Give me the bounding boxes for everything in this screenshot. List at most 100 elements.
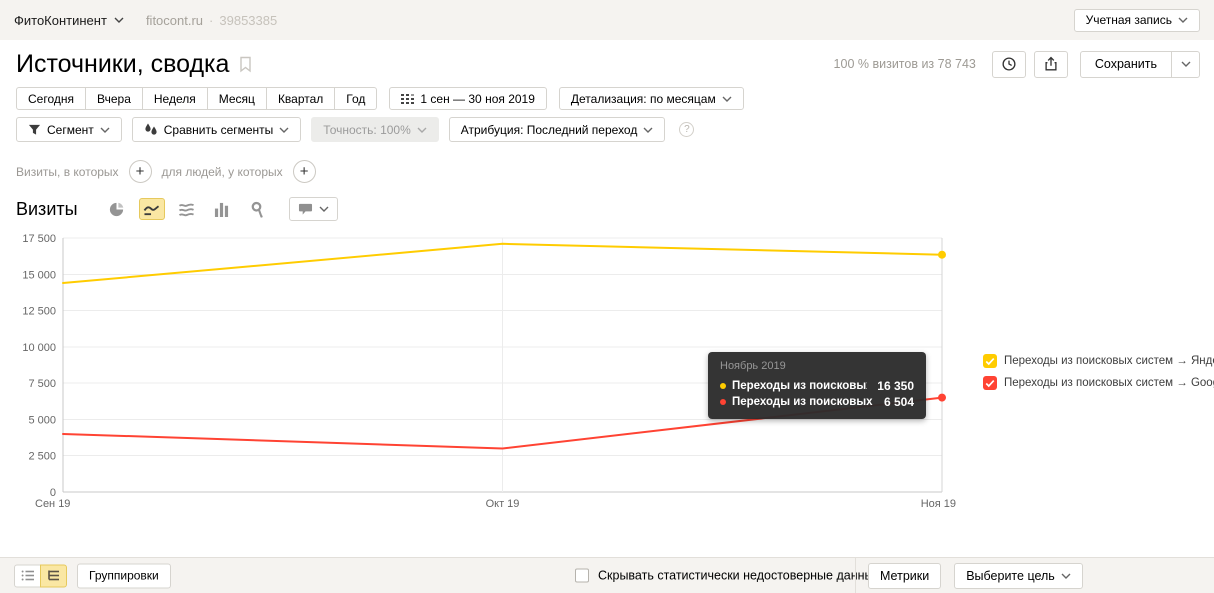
save-menu-button[interactable] — [1171, 50, 1200, 78]
tooltip-series-label: Переходы из поисковых систе… — [732, 380, 868, 392]
chart-legend: Переходы из поисковых систем → Яндекс Пер… — [983, 354, 1214, 390]
groupings-label: Группировки — [89, 568, 159, 583]
y-tick-label: 7 500 — [28, 378, 56, 390]
chart-type-switcher — [104, 197, 338, 221]
preset-yesterday[interactable]: Вчера — [85, 87, 143, 110]
y-tick-label: 2 500 — [28, 451, 56, 463]
visits-summary: 100 % визитов из 78 743 — [833, 57, 976, 71]
funnel-icon — [28, 124, 41, 135]
footer-bar: Группировки Скрывать статистически недос… — [0, 557, 1214, 593]
preset-week[interactable]: Неделя — [141, 87, 208, 110]
filters-toolbar: Сегмент Сравнить сегменты Точность: 100%… — [16, 117, 695, 142]
segment-builder: Визиты, в которых + для людей, у которых… — [16, 160, 316, 183]
y-tick-label: 10 000 — [22, 342, 56, 354]
metric-label: Визиты — [16, 198, 78, 219]
page-title: Источники, сводка — [16, 49, 230, 78]
counter-name: ФитоКонтинент — [14, 12, 107, 28]
list-icon — [21, 570, 34, 581]
separator-dot: · — [209, 12, 214, 28]
help-icon[interactable]: ? — [679, 122, 695, 137]
app-root: ФитоКонтинент fitocont.ru · 39853385 Уче… — [0, 0, 1214, 593]
y-tick-label: 5 000 — [28, 414, 56, 426]
bookmark-icon[interactable] — [239, 56, 252, 73]
list-view-button[interactable] — [14, 564, 41, 587]
preset-today[interactable]: Сегодня — [16, 87, 86, 110]
metrics-label: Метрики — [880, 568, 930, 583]
tooltip-series-label: Переходы из поисковых систе… — [732, 396, 874, 408]
compare-segments-button[interactable]: Сравнить сегменты — [131, 117, 302, 142]
x-tick-label: Сен 19 — [35, 498, 70, 510]
preset-quarter[interactable]: Квартал — [265, 87, 336, 110]
title-actions: 100 % визитов из 78 743 Сохранить — [833, 50, 1200, 78]
compare-segments-label: Сравнить сегменты — [163, 122, 274, 137]
comment-bubble-icon — [298, 203, 312, 215]
annotations-button[interactable] — [288, 197, 338, 221]
account-menu-label: Учетная запись — [1085, 13, 1172, 27]
series-end-dot — [938, 250, 946, 259]
accuracy-label: Точность: 100% — [323, 122, 411, 137]
y-tick-label: 17 500 — [22, 233, 56, 245]
title-row: Источники, сводка 100 % визитов из 78 74… — [16, 47, 1200, 81]
footer-divider — [855, 558, 856, 593]
export-button[interactable] — [1033, 50, 1068, 78]
date-toolbar: Сегодня Вчера Неделя Месяц Квартал Год 1… — [16, 87, 744, 110]
tooltip-series-dot — [720, 383, 726, 389]
save-label: Сохранить — [1094, 57, 1157, 71]
hide-unreliable-checkbox[interactable] — [575, 568, 589, 583]
add-visit-condition-button[interactable]: + — [128, 160, 152, 183]
preset-month[interactable]: Месяц — [206, 87, 267, 110]
tooltip-row: Переходы из поисковых систе… 16 350 — [720, 378, 914, 394]
visits-chart: 02 500 5 000 7 500 10 000 12 500 15 000 17 500… — [0, 226, 1214, 526]
hide-unreliable-label: Скрывать статистически недостоверные дан… — [598, 568, 881, 583]
add-people-condition-button[interactable]: + — [292, 160, 316, 183]
choose-goal-button[interactable]: Выберите цель — [954, 562, 1083, 589]
legend-item[interactable]: Переходы из поисковых систем → Google — [983, 376, 1214, 390]
visits-condition-label: Визиты, в которых — [16, 164, 119, 179]
line-chart-icon[interactable] — [138, 198, 165, 220]
schedule-report-button[interactable] — [991, 50, 1026, 78]
footer-right: Метрики Выберите цель — [868, 562, 1083, 589]
chevron-down-icon — [319, 206, 329, 212]
counter-id: 39853385 — [219, 12, 278, 28]
tooltip-title: Ноябрь 2019 — [720, 360, 786, 372]
two-drops-icon — [145, 123, 157, 135]
stacked-area-icon[interactable] — [174, 198, 200, 220]
chevron-down-icon — [100, 127, 110, 133]
date-range-label: 1 сен — 30 ноя 2019 — [420, 91, 535, 106]
people-condition-label: для людей, у которых — [161, 164, 283, 179]
attribution-button[interactable]: Атрибуция: Последний переход — [448, 117, 666, 142]
y-tick-label: 12 500 — [22, 306, 56, 318]
account-menu-button[interactable]: Учетная запись — [1073, 8, 1200, 32]
tooltip-series-value: 16 350 — [877, 379, 914, 393]
segment-button[interactable]: Сегмент — [16, 117, 122, 142]
series-end-dot — [938, 393, 946, 402]
date-preset-group: Сегодня Вчера Неделя Месяц Квартал Год — [16, 87, 378, 110]
attribution-label: Атрибуция: Последний переход — [460, 122, 638, 137]
preset-year[interactable]: Год — [334, 87, 378, 110]
pie-chart-icon[interactable] — [104, 198, 130, 220]
export-icon — [1045, 56, 1057, 71]
metrics-button[interactable]: Метрики — [868, 562, 942, 589]
x-tick-label: Ноя 19 — [921, 498, 956, 510]
legend-checkbox-icon — [983, 354, 997, 368]
calendar-grid-icon — [401, 93, 415, 104]
tree-view-button[interactable] — [40, 564, 67, 587]
tooltip-series-dot — [720, 399, 726, 405]
bar-chart-icon[interactable] — [209, 198, 235, 220]
chevron-down-icon — [279, 127, 289, 133]
x-tick-label: Окт 19 — [486, 498, 520, 510]
clock-icon — [1002, 57, 1016, 71]
groupings-button[interactable]: Группировки — [77, 563, 171, 588]
footer-middle: Скрывать статистически недостоверные дан… — [575, 568, 907, 583]
tooltip-rows: Переходы из поисковых систе…16 350Перехо… — [720, 378, 914, 410]
legend-checkbox-icon — [983, 376, 997, 390]
accuracy-button[interactable]: Точность: 100% — [311, 117, 439, 142]
save-button[interactable]: Сохранить — [1079, 50, 1172, 78]
legend-item[interactable]: Переходы из поисковых систем → Яндекс — [983, 354, 1214, 368]
map-pin-icon[interactable] — [244, 198, 270, 220]
detalization-button[interactable]: Детализация: по месяцам — [558, 87, 744, 110]
chevron-down-icon — [1061, 573, 1071, 579]
chevron-down-icon — [114, 17, 124, 23]
counter-switcher[interactable]: ФитоКонтинент — [14, 13, 124, 28]
date-range-button[interactable]: 1 сен — 30 ноя 2019 — [389, 87, 547, 110]
